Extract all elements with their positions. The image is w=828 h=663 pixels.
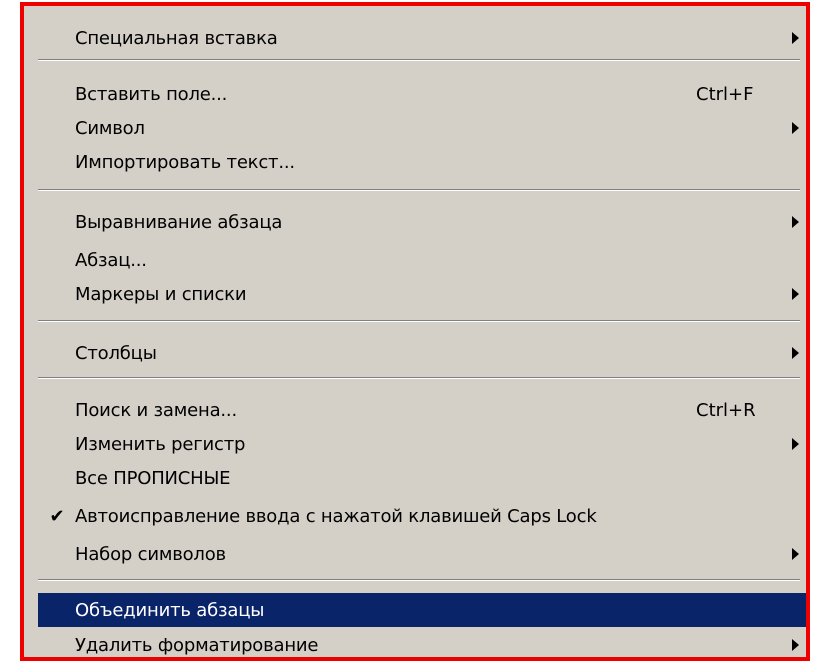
submenu-arrow-icon: [792, 438, 799, 450]
menu-item-paragraph-alignment[interactable]: Выравнивание абзаца: [38, 205, 806, 239]
menu-item-label: Столбцы: [75, 342, 157, 364]
menu-item-change-case[interactable]: Изменить регистр: [38, 427, 806, 461]
menu-item-label: Вставить поле...: [75, 83, 228, 105]
menu-separator: [38, 59, 800, 61]
menu-item-shortcut: Ctrl+F: [696, 83, 754, 105]
menu-item-paste-special[interactable]: Специальная вставка: [38, 21, 806, 55]
context-menu: Специальная вставка Вставить поле... Ctr…: [38, 6, 806, 657]
submenu-arrow-icon: [792, 548, 799, 560]
menu-item-find-and-replace[interactable]: Поиск и замена... Ctrl+R: [38, 393, 806, 427]
submenu-arrow-icon: [792, 122, 799, 134]
menu-item-label: Выравнивание абзаца: [75, 211, 283, 233]
menu-item-symbol[interactable]: Символ: [38, 111, 806, 145]
menu-separator: [38, 189, 800, 191]
menu-item-shortcut: Ctrl+R: [696, 399, 756, 421]
menu-item-paragraph[interactable]: Абзац...: [38, 243, 806, 277]
submenu-arrow-icon: [792, 288, 799, 300]
menu-item-label: Набор символов: [75, 543, 226, 565]
checkmark-icon: ✔: [49, 505, 65, 527]
menu-item-label: Специальная вставка: [75, 27, 278, 49]
menu-item-insert-field[interactable]: Вставить поле... Ctrl+F: [38, 77, 806, 111]
menu-item-bullets-and-numbering[interactable]: Маркеры и списки: [38, 277, 806, 311]
menu-item-character-set[interactable]: Набор символов: [38, 537, 806, 571]
submenu-arrow-icon: [792, 32, 799, 44]
menu-item-label: Изменить регистр: [75, 433, 246, 455]
menu-item-all-caps[interactable]: Все ПРОПИСНЫЕ: [38, 461, 806, 495]
submenu-arrow-icon: [792, 216, 799, 228]
menu-item-label: Импортировать текст...: [75, 151, 295, 173]
menu-item-label: Маркеры и списки: [75, 283, 247, 305]
context-menu-frame: Специальная вставка Вставить поле... Ctr…: [20, 2, 810, 661]
submenu-arrow-icon: [792, 639, 799, 651]
menu-item-label: Абзац...: [75, 249, 147, 271]
menu-separator: [38, 579, 800, 581]
menu-item-merge-paragraphs[interactable]: Объединить абзацы: [38, 593, 806, 627]
menu-item-label: Поиск и замена...: [75, 399, 237, 421]
menu-item-label: Автоисправление ввода с нажатой клавишей…: [75, 505, 597, 527]
menu-item-label: Объединить абзацы: [75, 599, 265, 621]
menu-item-label: Удалить форматирование: [75, 634, 319, 656]
submenu-arrow-icon: [792, 347, 799, 359]
menu-item-remove-formatting[interactable]: Удалить форматирование: [38, 628, 806, 657]
menu-item-columns[interactable]: Столбцы: [38, 336, 806, 370]
menu-separator: [38, 320, 800, 322]
menu-item-import-text[interactable]: Импортировать текст...: [38, 145, 806, 179]
menu-separator: [38, 377, 800, 379]
menu-item-label: Все ПРОПИСНЫЕ: [75, 467, 231, 489]
menu-item-caps-lock-autocorrect[interactable]: ✔ Автоисправление ввода с нажатой клавиш…: [38, 499, 806, 533]
menu-item-label: Символ: [75, 117, 145, 139]
